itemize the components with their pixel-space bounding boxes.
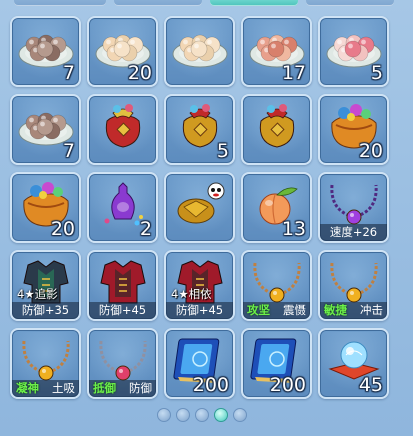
top-tab-3[interactable] — [210, 0, 298, 6]
inventory-slot[interactable]: 20 — [87, 16, 158, 87]
item-count: 17 — [281, 62, 306, 84]
top-tab-4[interactable] — [306, 0, 394, 6]
page-dot[interactable] — [176, 408, 190, 422]
item-stat-label: 防御+45 — [89, 302, 156, 319]
inventory-slot[interactable]: 13 — [241, 172, 312, 243]
item-attribute-secondary: 冲击 — [360, 303, 383, 317]
item-count: 7 — [62, 62, 75, 84]
item-attribute-bar: 抵御 防御 — [89, 380, 156, 397]
page-dot[interactable] — [233, 408, 247, 422]
item-attribute-primary: 敏捷 — [324, 303, 347, 317]
inventory-slot[interactable]: 速度+26 — [318, 172, 389, 243]
inventory-slot[interactable]: 5 — [164, 94, 235, 165]
inventory-slot[interactable]: 45 — [318, 328, 389, 399]
top-tab-2[interactable] — [114, 0, 202, 6]
gold-pendant-necklace-icon — [16, 333, 76, 385]
inventory-slot[interactable]: 20 — [10, 172, 81, 243]
item-attribute-secondary: 震慑 — [283, 303, 306, 317]
page-indicator — [0, 408, 413, 424]
inventory-slot[interactable]: 200 — [164, 328, 235, 399]
item-attribute-secondary: 土吸 — [52, 381, 75, 395]
inventory-slot[interactable]: 凝神 土吸 — [10, 328, 81, 399]
item-stat-label: 防御+45 — [166, 302, 233, 319]
inventory-slot[interactable]: 攻坚 震慑 — [241, 250, 312, 321]
item-stat-label: 防御+35 — [12, 302, 79, 319]
inventory-slot[interactable]: 抵御 防御 — [87, 328, 158, 399]
inventory-slot[interactable]: 200 — [241, 328, 312, 399]
gold-pendant-necklace-icon — [247, 255, 307, 307]
item-count: 200 — [269, 374, 306, 396]
inventory-slot[interactable] — [241, 94, 312, 165]
inventory-slot[interactable]: 7 — [10, 16, 81, 87]
item-attribute-primary: 抵御 — [93, 381, 116, 395]
item-count: 13 — [281, 218, 306, 240]
inventory-slot[interactable]: 4★追影 防御+35 — [10, 250, 81, 321]
item-attribute-bar: 攻坚 震慑 — [243, 302, 310, 319]
red-armor-icon — [93, 255, 153, 307]
top-tabs — [0, 0, 413, 8]
item-count: 200 — [192, 374, 229, 396]
item-count: 20 — [50, 218, 75, 240]
inventory-slot[interactable]: 7 — [10, 94, 81, 165]
inventory-grid: 7 20 17 5 7 5 20 20 2 13 速度+26 4★追影 防御+3… — [10, 16, 402, 400]
inventory-slot[interactable]: 2 — [87, 172, 158, 243]
inventory-slot[interactable]: 17 — [241, 16, 312, 87]
inventory-slot[interactable]: 防御+45 — [87, 250, 158, 321]
golden-turtle-pet-icon — [170, 177, 230, 229]
item-attribute-primary: 凝神 — [16, 381, 39, 395]
item-attribute-bar: 敏捷 冲击 — [320, 302, 387, 319]
item-count: 2 — [139, 218, 152, 240]
purple-necklace-icon — [324, 177, 384, 229]
item-count: 45 — [358, 374, 383, 396]
item-attribute-secondary: 防御 — [129, 381, 152, 395]
inventory-slot[interactable]: 20 — [318, 94, 389, 165]
gold-pendant-necklace-icon — [324, 255, 384, 307]
item-count: 20 — [127, 62, 152, 84]
star-rating-label: 4★相依 — [171, 287, 212, 301]
item-stat-label: 速度+26 — [320, 224, 387, 241]
item-count: 20 — [358, 140, 383, 162]
red-lucky-bag-icon — [93, 99, 153, 151]
inventory-slot[interactable]: 5 — [318, 16, 389, 87]
inventory-slot[interactable] — [87, 94, 158, 165]
egg-dumpling-plate-icon — [170, 21, 230, 73]
inventory-slot[interactable] — [164, 172, 235, 243]
item-count: 7 — [62, 140, 75, 162]
page-dot[interactable] — [157, 408, 171, 422]
top-tab-1[interactable] — [14, 0, 106, 6]
page-dot[interactable] — [214, 408, 228, 422]
item-attribute-primary: 攻坚 — [247, 303, 270, 317]
page-dot[interactable] — [195, 408, 209, 422]
silver-necklace-icon — [93, 333, 153, 385]
gold-lucky-bag-icon — [247, 99, 307, 151]
item-count: 5 — [216, 140, 229, 162]
inventory-slot[interactable]: 敏捷 冲击 — [318, 250, 389, 321]
inventory-slot[interactable] — [164, 16, 235, 87]
star-rating-label: 4★追影 — [17, 287, 58, 301]
item-attribute-bar: 凝神 土吸 — [12, 380, 79, 397]
item-count: 5 — [370, 62, 383, 84]
inventory-slot[interactable]: 4★相依 防御+45 — [164, 250, 235, 321]
